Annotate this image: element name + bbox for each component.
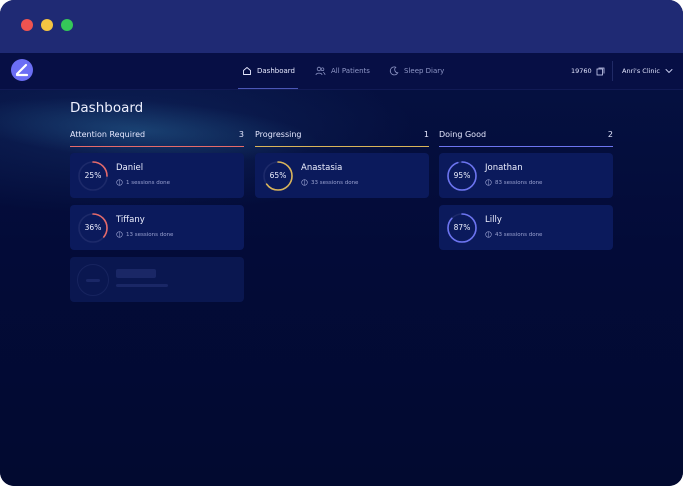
progress-ring: 87% [446,212,478,244]
progress-percent: 25% [84,171,102,180]
tab-sleep-diary[interactable]: Sleep Diary [389,53,444,89]
patient-name: Anastasia [301,163,343,173]
maximize-window-button[interactable] [61,19,73,31]
progress-ring: 36% [77,212,109,244]
copy-icon [596,67,605,75]
progress-percent: 65% [269,171,287,180]
moon-icon [389,66,399,76]
sessions-count: 83 sessions done [495,179,543,186]
brain-icon [485,179,492,186]
clinic-name: Anri's Clinic [622,67,660,75]
progress-percent: 87% [453,223,471,232]
placeholder-ring [77,264,109,296]
sessions-count: 13 sessions done [126,231,174,238]
sessions-info: 83 sessions done [485,179,542,186]
patient-name: Daniel [116,163,144,173]
users-icon [315,66,326,76]
column-underline [439,146,613,147]
logo-icon [15,63,29,77]
tab-all-patients-label: All Patients [331,67,370,75]
column-header: Attention Required 3 [70,130,244,146]
column-count: 2 [607,130,613,139]
placeholder-sessions [116,284,168,287]
progress-ring: 95% [446,160,478,192]
credits-counter[interactable]: 19760 [571,53,605,89]
placeholder-name [116,269,156,278]
sessions-info: 13 sessions done [116,231,173,238]
patient-card-placeholder [70,257,244,302]
progress-percent: 95% [453,171,471,180]
app-logo[interactable] [11,59,33,81]
app-navbar: Dashboard All Patients Sleep Diary 19760 [0,53,683,90]
browser-window: Dashboard All Patients Sleep Diary 19760 [0,0,683,486]
patient-card[interactable]: 25% Daniel 1 sessions done [70,153,244,198]
sessions-info: 1 sessions done [116,179,170,186]
progress-ring: 65% [262,160,294,192]
progress-percent: 36% [84,223,102,232]
tab-dashboard[interactable]: Dashboard [238,53,298,89]
column-header: Doing Good 2 [439,130,613,146]
patient-name: Jonathan [485,163,523,173]
column-progressing: Progressing 1 65% Anastasia 33 sessions … [255,130,429,205]
patient-card[interactable]: 95% Jonathan 83 sessions done [439,153,613,198]
patient-card[interactable]: 36% Tiffany 13 sessions done [70,205,244,250]
column-attention-required: Attention Required 3 25% Daniel 1 sessio… [70,130,244,309]
sessions-count: 1 sessions done [126,179,170,186]
column-count: 1 [423,130,429,139]
column-underline [70,146,244,147]
chevron-down-icon [665,69,673,74]
sessions-count: 43 sessions done [495,231,543,238]
patient-card[interactable]: 65% Anastasia 33 sessions done [255,153,429,198]
column-header: Progressing 1 [255,130,429,146]
brain-icon [301,179,308,186]
page-title: Dashboard [70,100,144,116]
sessions-info: 33 sessions done [301,179,358,186]
minimize-window-button[interactable] [41,19,53,31]
tab-all-patients[interactable]: All Patients [315,53,370,89]
column-count: 3 [238,130,244,139]
brain-icon [116,231,123,238]
patient-name: Lilly [485,215,502,225]
brain-icon [485,231,492,238]
clinic-selector[interactable]: Anri's Clinic [622,53,673,89]
brain-icon [116,179,123,186]
column-doing-good: Doing Good 2 95% Jonathan 83 sessions do… [439,130,613,257]
sessions-info: 43 sessions done [485,231,542,238]
navbar-divider [612,61,613,81]
sessions-count: 33 sessions done [311,179,359,186]
progress-ring: 25% [77,160,109,192]
column-title: Attention Required [70,130,146,139]
tab-sleep-diary-label: Sleep Diary [404,67,445,75]
patient-card[interactable]: 87% Lilly 43 sessions done [439,205,613,250]
window-titlebar [0,0,683,53]
column-underline [255,146,429,147]
credits-value: 19760 [571,67,592,75]
patient-name: Tiffany [116,215,145,225]
close-window-button[interactable] [21,19,33,31]
dashboard-content: Dashboard Attention Required 3 25% Danie… [0,90,683,486]
tab-dashboard-label: Dashboard [257,67,295,75]
home-icon [243,67,251,75]
column-title: Progressing [255,130,302,139]
column-title: Doing Good [439,130,487,139]
